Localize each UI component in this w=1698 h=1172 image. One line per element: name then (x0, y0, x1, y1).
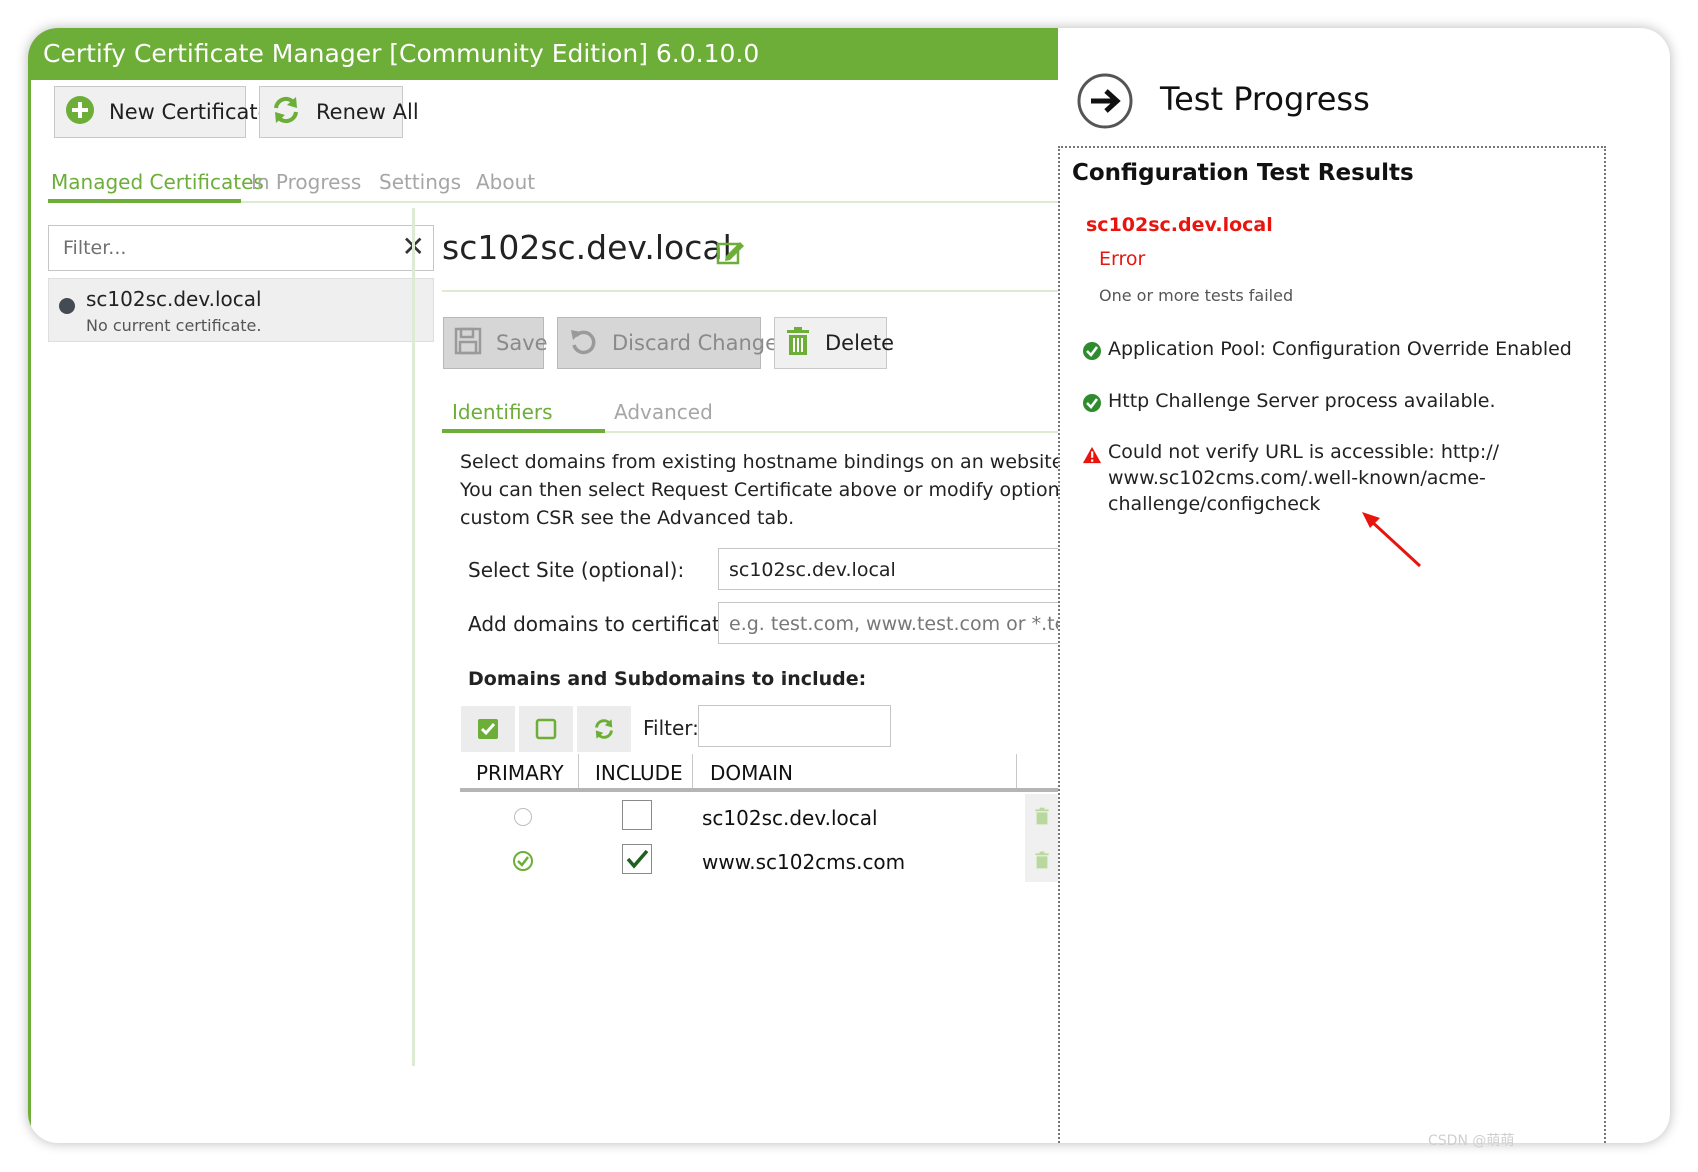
test-result-text: Http Challenge Server process available. (1108, 390, 1496, 412)
save-button[interactable]: Save (443, 317, 548, 369)
filter-placeholder: Filter... (63, 237, 127, 259)
watermark: CSDN @萌萌 (1428, 1133, 1515, 1149)
save-icon (454, 327, 482, 360)
checkmark-icon (626, 849, 649, 869)
refresh-domains-button[interactable] (577, 706, 631, 752)
trash-icon (1035, 807, 1049, 825)
certificate-filter-input[interactable]: Filter... ✕ (48, 225, 434, 271)
status-dot-icon (59, 298, 75, 314)
window-title: Certify Certificate Manager [Community E… (43, 39, 760, 68)
delete-button[interactable]: Delete (774, 317, 894, 369)
select-none-button[interactable] (519, 706, 573, 752)
test-result-text: Application Pool: Configuration Override… (1108, 338, 1572, 360)
domains-heading: Domains and Subdomains to include: (468, 668, 867, 690)
certificate-status: No current certificate. (86, 316, 262, 335)
refresh-icon (595, 719, 613, 739)
column-separator (692, 754, 693, 792)
error-detail: One or more tests failed (1099, 286, 1294, 305)
title-bar: Certify Certificate Manager [Community E… (28, 28, 1146, 80)
tab-settings[interactable]: Settings (379, 170, 461, 194)
primary-radio-selected[interactable] (512, 850, 534, 876)
window-left-border (28, 80, 31, 1143)
select-site-label: Select Site (optional): (468, 558, 685, 582)
refresh-icon (270, 94, 302, 131)
test-result-line: www.sc102cms.com/.well-known/acme- (1108, 467, 1486, 489)
test-result-text: Could not verify URL is accessible: http… (1108, 439, 1499, 517)
results-heading: Configuration Test Results (1072, 160, 1414, 186)
save-label: Save (496, 331, 548, 355)
certificate-title: sc102sc.dev.local (442, 228, 732, 267)
include-checkbox-checked[interactable] (622, 844, 652, 874)
discard-changes-label: Discard Changes (612, 331, 789, 355)
domain-cell: www.sc102cms.com (702, 850, 906, 874)
back-arrow-button[interactable] (1076, 72, 1134, 134)
remove-domain-button[interactable] (1025, 838, 1059, 882)
edit-title-icon[interactable] (716, 238, 746, 270)
certificate-name: sc102sc.dev.local (86, 287, 262, 311)
certificate-list-item[interactable]: sc102sc.dev.local No current certificate… (48, 278, 434, 342)
subtab-active-indicator (442, 429, 605, 433)
test-progress-title: Test Progress (1160, 80, 1370, 118)
error-status: Error (1099, 248, 1146, 270)
renew-all-button[interactable]: Renew All (259, 86, 419, 138)
plus-circle-icon (65, 95, 95, 130)
check-circle-icon (1083, 342, 1101, 360)
test-result-line: Could not verify URL is accessible: http… (1108, 441, 1500, 463)
header-divider (442, 290, 1102, 292)
domain-filter-label: Filter: (643, 716, 699, 740)
identifiers-description: Select domains from existing hostname bi… (460, 448, 1134, 532)
description-line: You can then select Request Certificate … (460, 479, 1135, 501)
add-domains-input[interactable]: e.g. test.com, www.test.com or *.test.c (718, 602, 1078, 644)
tab-in-progress[interactable]: In Progress (251, 170, 361, 194)
column-header-primary[interactable]: PRIMARY (476, 761, 564, 785)
column-separator (1016, 754, 1017, 792)
tab-identifiers[interactable]: Identifiers (452, 400, 553, 424)
sidebar-separator (412, 208, 415, 1066)
domain-cell: sc102sc.dev.local (702, 806, 878, 830)
nav-active-indicator (48, 199, 241, 203)
column-separator (578, 754, 579, 792)
new-certificate-label: New Certificate (109, 100, 271, 124)
checked-box-icon (478, 719, 498, 739)
undo-icon (568, 326, 598, 361)
arrow-right-circle-icon (1077, 73, 1133, 129)
description-line: custom CSR see the Advanced tab. (460, 507, 795, 529)
test-progress-panel: Test Progress Configuration Test Results… (1058, 28, 1640, 1143)
column-header-domain[interactable]: DOMAIN (710, 761, 793, 785)
check-circle-icon (1083, 394, 1101, 412)
tested-domain: sc102sc.dev.local (1086, 214, 1273, 236)
select-site-value: sc102sc.dev.local (729, 559, 896, 581)
discard-changes-button[interactable]: Discard Changes (557, 317, 789, 369)
app-window: Certify Certificate Manager [Community E… (28, 28, 1670, 1143)
empty-box-icon (535, 718, 557, 740)
tab-managed-certificates[interactable]: Managed Certificates (51, 170, 264, 194)
test-result-item: Could not verify URL is accessible: http… (1082, 439, 1499, 517)
domain-filter-input[interactable] (698, 705, 891, 747)
table-header-underline (460, 788, 1110, 792)
select-site-dropdown[interactable]: sc102sc.dev.local (718, 548, 1078, 590)
add-domains-label: Add domains to certificate: (468, 612, 739, 636)
test-result-item: Http Challenge Server process available. (1082, 390, 1496, 413)
select-all-button[interactable] (461, 706, 515, 752)
warning-icon (1082, 446, 1102, 464)
renew-all-label: Renew All (316, 100, 419, 124)
trash-icon (785, 326, 811, 361)
red-annotation-arrow (1362, 512, 1422, 568)
test-result-item: Application Pool: Configuration Override… (1082, 338, 1572, 361)
check-circle-icon (513, 851, 533, 871)
trash-icon (1035, 851, 1049, 869)
column-header-include[interactable]: INCLUDE (595, 761, 683, 785)
description-line: Select domains from existing hostname bi… (460, 451, 1131, 473)
tab-about[interactable]: About (476, 170, 535, 194)
primary-radio[interactable] (514, 808, 532, 826)
test-result-line: challenge/configcheck (1108, 493, 1321, 515)
remove-domain-button[interactable] (1025, 794, 1059, 838)
tab-advanced[interactable]: Advanced (614, 400, 713, 424)
delete-label: Delete (825, 331, 894, 355)
new-certificate-button[interactable]: New Certificate (54, 86, 271, 138)
add-domains-placeholder: e.g. test.com, www.test.com or *.test.c (729, 613, 1078, 635)
include-checkbox[interactable] (622, 800, 652, 830)
